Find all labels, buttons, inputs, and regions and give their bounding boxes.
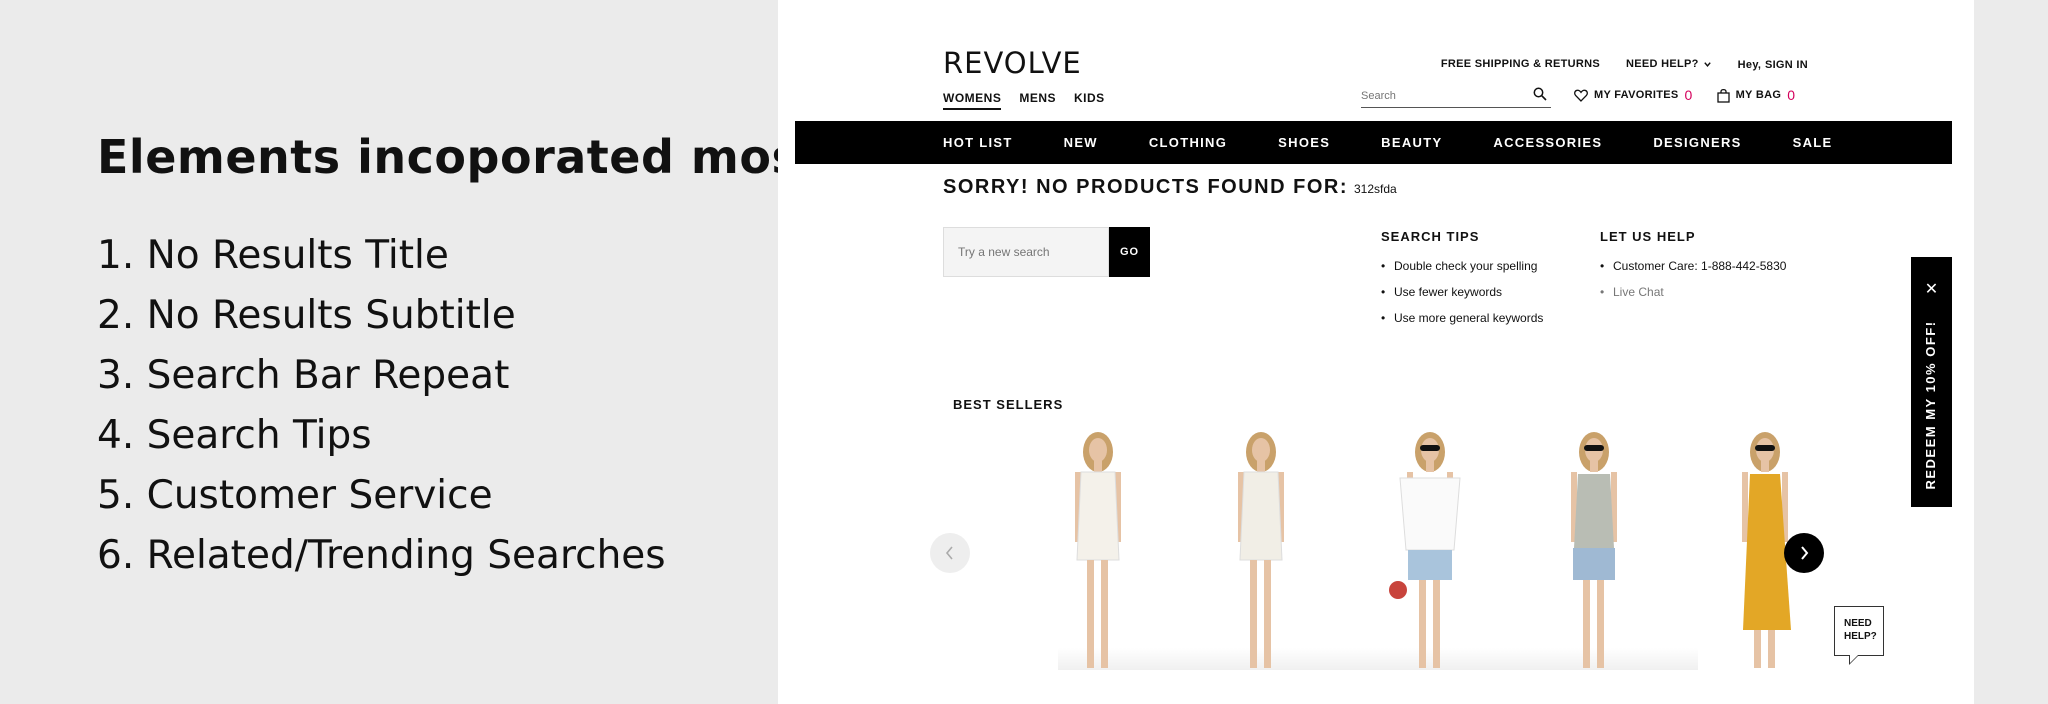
list-item: 1. No Results Title	[97, 233, 449, 278]
list-item: 3. Search Bar Repeat	[97, 353, 510, 398]
search-tip-item: Use fewer keywords	[1381, 279, 1543, 305]
main-nav: HOT LIST NEW CLOTHING SHOES BEAUTY ACCES…	[795, 121, 1952, 164]
product-card[interactable]	[1571, 432, 1617, 668]
bag-count: 0	[1787, 87, 1796, 103]
tab-mens[interactable]: MENS	[1019, 91, 1056, 110]
favorites-count: 0	[1684, 87, 1693, 103]
no-results-title: SORRY! NO PRODUCTS FOUND FOR: 312sfda	[943, 176, 1397, 199]
bag-icon	[1716, 88, 1730, 103]
list-item: 4. Search Tips	[97, 413, 372, 458]
best-sellers-heading: BEST SELLERS	[953, 397, 1064, 412]
sign-in-link[interactable]: Hey, SIGN IN	[1738, 57, 1808, 71]
need-help-line: HELP?	[1844, 631, 1877, 642]
chevron-left-icon	[945, 546, 953, 560]
customer-care-phone[interactable]: Customer Care: 1-888-442-5830	[1600, 253, 1786, 279]
list-item: 2. No Results Subtitle	[97, 293, 516, 338]
nav-item-hot-list[interactable]: HOT LIST	[943, 135, 1013, 150]
let-us-help-heading: LET US HELP	[1600, 229, 1696, 244]
favorites-label: MY FAVORITES	[1594, 89, 1679, 101]
tab-womens[interactable]: WOMENS	[943, 91, 1002, 110]
go-button[interactable]: GO	[1109, 227, 1150, 277]
chevron-down-icon	[1703, 61, 1711, 67]
retry-search-input[interactable]	[943, 227, 1109, 277]
need-help-label: NEED HELP?	[1625, 58, 1699, 70]
close-icon[interactable]: ✕	[1911, 279, 1952, 299]
chevron-right-icon	[1801, 546, 1809, 560]
best-sellers-carousel	[928, 430, 1808, 670]
product-card[interactable]	[1389, 432, 1461, 668]
greeting-text: Hey,	[1737, 59, 1762, 71]
search-tips: SEARCH TIPS Double check your spelling U…	[1381, 229, 1543, 331]
nav-item-beauty[interactable]: BEAUTY	[1381, 135, 1442, 150]
header-search	[1361, 86, 1551, 108]
need-help-bubble[interactable]: NEED HELP?	[1834, 606, 1884, 665]
favorites-link[interactable]: MY FAVORITES 0	[1574, 87, 1693, 103]
sign-in-label: SIGN IN	[1764, 59, 1808, 71]
nav-item-new[interactable]: NEW	[1064, 135, 1098, 150]
account-links: MY FAVORITES 0 MY BAG 0	[1574, 87, 1795, 103]
revolve-screenshot: REVOLVE WOMENS MENS KIDS FREE SHIPPING &…	[778, 0, 1974, 704]
search-input[interactable]	[1361, 88, 1521, 102]
live-chat-link[interactable]: Live Chat	[1600, 279, 1786, 305]
utility-links: FREE SHIPPING & RETURNS NEED HELP? Hey, …	[1441, 57, 1808, 71]
promo-tab[interactable]: ✕ REDEEM MY 10% OFF!	[1911, 257, 1952, 507]
list-item: 5. Customer Service	[97, 473, 493, 518]
nav-item-accessories[interactable]: ACCESSORIES	[1493, 135, 1602, 150]
promo-text: REDEEM MY 10% OFF!	[1923, 320, 1938, 490]
gender-tabs: WOMENS MENS KIDS	[943, 91, 1105, 110]
nav-item-shoes[interactable]: SHOES	[1278, 135, 1330, 150]
carousel-prev-button[interactable]	[930, 533, 970, 573]
search-tip-item: Use more general keywords	[1381, 305, 1543, 331]
product-card[interactable]	[1075, 432, 1121, 668]
list-item: 6. Related/Trending Searches	[97, 533, 666, 578]
customer-service: LET US HELP Customer Care: 1-888-442-583…	[1600, 229, 1786, 305]
free-shipping-link[interactable]: FREE SHIPPING & RETURNS	[1441, 58, 1600, 70]
need-help-dropdown[interactable]: NEED HELP?	[1626, 58, 1712, 70]
heart-icon	[1574, 89, 1588, 102]
search-query: 312sfda	[1353, 182, 1397, 196]
product-card[interactable]	[1238, 432, 1284, 668]
search-tips-heading: SEARCH TIPS	[1381, 229, 1480, 244]
retry-search-bar: GO	[943, 227, 1150, 277]
nav-item-sale[interactable]: SALE	[1793, 135, 1833, 150]
no-results-heading: SORRY! NO PRODUCTS FOUND FOR:	[943, 176, 1348, 198]
carousel-next-button[interactable]	[1784, 533, 1824, 573]
elements-list: 1. No Results Title 2. No Results Subtit…	[97, 226, 666, 586]
search-icon[interactable]	[1533, 87, 1547, 101]
tab-kids[interactable]: KIDS	[1074, 91, 1105, 110]
bag-link[interactable]: MY BAG 0	[1716, 87, 1796, 103]
nav-item-clothing[interactable]: CLOTHING	[1149, 135, 1227, 150]
search-tip-item: Double check your spelling	[1381, 253, 1543, 279]
product-images	[1075, 432, 1791, 668]
nav-item-designers[interactable]: DESIGNERS	[1653, 135, 1741, 150]
slide-title: Elements incoporated most	[97, 130, 822, 184]
site-logo[interactable]: REVOLVE	[943, 46, 1082, 80]
need-help-line: NEED	[1844, 618, 1872, 629]
bag-label: MY BAG	[1735, 89, 1782, 101]
